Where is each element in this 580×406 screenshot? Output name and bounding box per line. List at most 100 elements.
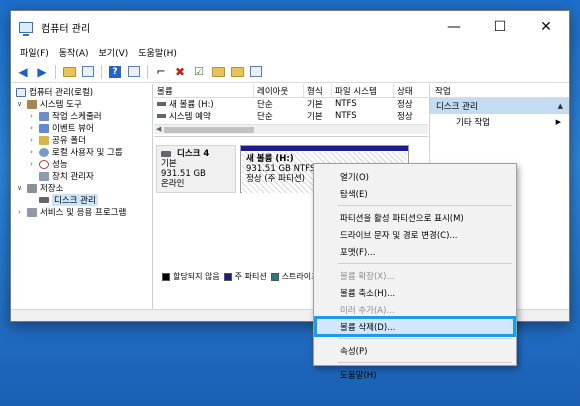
menu-view[interactable]: 보기(V) [94, 46, 134, 59]
legend-unallocated: 할당되지 않음 [173, 272, 220, 281]
expand-arrow-icon[interactable]: ∨ [15, 100, 24, 108]
menu-separator [338, 338, 512, 339]
settings-list-icon[interactable] [248, 64, 264, 80]
tree-item-performance[interactable]: › 성능 [11, 158, 152, 170]
volume-row[interactable]: 시스템 예약 단순 기본 NTFS 정상 [154, 110, 428, 122]
menu-action[interactable]: 동작(A) [54, 46, 94, 59]
column-volume[interactable]: 볼륨 [154, 84, 254, 97]
properties-icon[interactable] [126, 64, 142, 80]
toolbar: ◀ ▶ ? ⌐ ✖ ☑ [11, 61, 569, 83]
collapse-arrow-icon[interactable]: › [27, 112, 36, 120]
maximize-button[interactable]: ☐ [477, 11, 523, 43]
menu-help[interactable]: 도움말(H) [133, 46, 182, 59]
action-more-actions[interactable]: 기타 작업 ▶ [430, 114, 569, 130]
column-layout[interactable]: 레이아웃 [254, 84, 304, 97]
tree-item-device-manager[interactable]: 장치 관리자 [11, 170, 152, 182]
legend: 할당되지 않음 주 파티션 스트라이프 [158, 271, 319, 282]
menu-item-shrink-volume[interactable]: 볼륨 축소(H)... [314, 284, 516, 301]
volume-list-header: 볼륨 레이아웃 형식 파일 시스템 상태 [154, 84, 428, 98]
scrollbar-thumb[interactable] [164, 127, 254, 133]
disk-info-panel[interactable]: 디스크 4 기본 931.51 GB 온라인 [156, 145, 236, 193]
collapse-up-icon[interactable]: ▲ [558, 102, 563, 110]
back-arrow-icon[interactable]: ◀ [15, 64, 31, 80]
menu-item-delete-volume[interactable]: 볼륨 삭제(D)... [314, 316, 516, 337]
computer-icon [16, 87, 26, 97]
disk-name: 디스크 4 [177, 149, 210, 159]
disk-size: 931.51 GB [161, 169, 206, 179]
navigation-tree: 컴퓨터 관리(로컬) ∨ 시스템 도구 › 작업 스케줄러 › 이벤트 뷰어 ›… [11, 84, 153, 309]
column-file-system[interactable]: 파일 시스템 [332, 84, 394, 97]
check-icon[interactable]: ☑ [191, 64, 207, 80]
menu-item-explore[interactable]: 탐색(E) [314, 185, 516, 202]
column-type[interactable]: 형식 [304, 84, 332, 97]
volume-icon [157, 102, 166, 106]
collapse-arrow-icon[interactable]: › [27, 148, 36, 156]
horizontal-scrollbar[interactable]: ◀ [154, 124, 428, 134]
tree-item-disk-management[interactable]: 디스크 관리 [11, 194, 152, 206]
tree-item-local-users[interactable]: › 로컬 사용자 및 그룹 [11, 146, 152, 158]
menu-separator [338, 263, 512, 264]
menu-item-properties[interactable]: 속성(P) [314, 342, 516, 359]
toolbar-separator [101, 64, 102, 79]
submenu-arrow-icon: ▶ [555, 118, 561, 126]
legend-unallocated-swatch [162, 272, 170, 281]
show-hide-tree-icon[interactable] [80, 64, 96, 80]
delete-icon[interactable]: ✖ [172, 64, 188, 80]
tree-item-services-applications[interactable]: › 서비스 및 응용 프로그램 [11, 206, 152, 218]
column-status[interactable]: 상태 [394, 84, 428, 97]
menu-bar: 파일(F) 동작(A) 보기(V) 도움말(H) [11, 43, 569, 61]
close-button[interactable]: ✕ [523, 11, 569, 43]
menu-separator [338, 362, 512, 363]
volume-icon [157, 114, 166, 118]
menu-item-mark-active[interactable]: 파티션을 활성 파티션으로 표시(M) [314, 209, 516, 226]
performance-icon [39, 159, 49, 169]
collapse-arrow-icon[interactable]: › [27, 136, 36, 144]
collapse-arrow-icon[interactable]: › [27, 124, 36, 132]
disk-status: 온라인 [161, 179, 185, 189]
services-icon [27, 207, 37, 217]
legend-primary-swatch [223, 272, 232, 281]
partition-context-menu: 열기(O) 탐색(E) 파티션을 활성 파티션으로 표시(M) 드라이브 문자 … [313, 163, 517, 381]
computer-management-icon [19, 21, 33, 36]
device-manager-icon [39, 171, 49, 181]
tree-item-computer-management[interactable]: 컴퓨터 관리(로컬) [11, 86, 152, 98]
menu-item-format[interactable]: 포맷(F)... [314, 243, 516, 260]
disk-type: 기본 [161, 159, 177, 169]
disk-icon [161, 151, 171, 157]
search-folder-icon[interactable] [229, 64, 245, 80]
primary-partition-bar [241, 146, 408, 151]
shared-folder-icon [39, 135, 49, 145]
tree-item-task-scheduler[interactable]: › 작업 스케줄러 [11, 110, 152, 122]
forward-arrow-icon[interactable]: ▶ [34, 64, 50, 80]
tree-item-shared-folders[interactable]: › 공유 폴더 [11, 134, 152, 146]
tree-item-system-tools[interactable]: ∨ 시스템 도구 [11, 98, 152, 110]
minimize-button[interactable]: — [431, 11, 477, 43]
menu-item-add-mirror: 미러 추가(A)... [340, 305, 395, 316]
help-icon[interactable]: ? [107, 64, 123, 80]
tree-item-event-viewer[interactable]: › 이벤트 뷰어 [11, 122, 152, 134]
menu-separator [338, 205, 512, 206]
actions-section-disk-management[interactable]: 디스크 관리 ▲ [430, 98, 569, 114]
menu-item-extend-volume: 볼륨 확장(X)... [340, 271, 395, 282]
open-folder-icon[interactable] [210, 64, 226, 80]
collapse-arrow-icon[interactable]: › [27, 160, 36, 168]
menu-item-open[interactable]: 열기(O) [314, 168, 516, 185]
menu-item-change-drive-letter[interactable]: 드라이브 문자 및 경로 변경(C)... [314, 226, 516, 243]
disk-icon [39, 197, 49, 203]
tree-item-storage[interactable]: ∨ 저장소 [11, 182, 152, 194]
expand-arrow-icon[interactable]: ∨ [15, 184, 24, 192]
title-bar[interactable]: 컴퓨터 관리 — ☐ ✕ [11, 11, 569, 43]
storage-icon [27, 183, 37, 193]
window-controls: — ☐ ✕ [431, 11, 569, 43]
menu-item-help[interactable]: 도움말(H) [314, 366, 516, 383]
scroll-left-icon[interactable]: ◀ [156, 125, 161, 133]
volume-row[interactable]: 새 볼륨 (H:) 단순 기본 NTFS 정상 [154, 98, 428, 110]
event-viewer-icon [39, 123, 49, 133]
connect-icon[interactable]: ⌐ [153, 64, 169, 80]
legend-primary: 주 파티션 [234, 272, 267, 281]
collapse-arrow-icon[interactable]: › [15, 208, 24, 216]
menu-file[interactable]: 파일(F) [15, 46, 54, 59]
scheduler-icon [39, 111, 49, 121]
toolbar-separator [55, 64, 56, 79]
up-folder-icon[interactable] [61, 64, 77, 80]
